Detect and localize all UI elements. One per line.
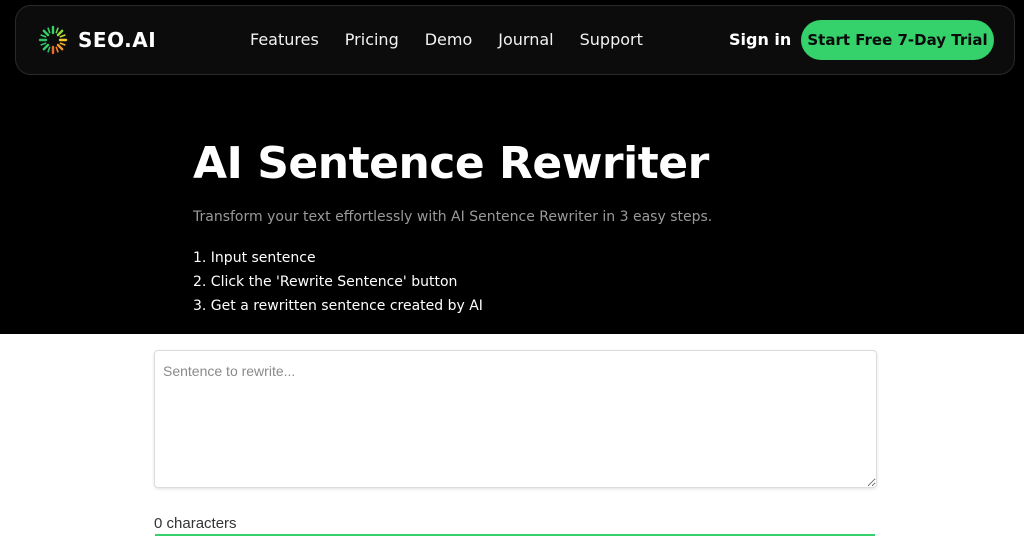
step-item: 3. Get a rewritten sentence created by A… (193, 298, 483, 314)
steps-list: 1. Input sentence 2. Click the 'Rewrite … (193, 249, 483, 321)
step-item: 2. Click the 'Rewrite Sentence' button (193, 274, 458, 290)
logo-text: SEO.AI (78, 28, 157, 52)
nav-features[interactable]: Features (250, 30, 319, 49)
page-subtitle: Transform your text effortlessly with AI… (193, 209, 713, 225)
sentence-input[interactable] (154, 350, 877, 488)
nav-demo[interactable]: Demo (425, 30, 473, 49)
navbar: SEO.AI Features Pricing Demo Journal Sup… (15, 5, 1015, 75)
main-nav: Features Pricing Demo Journal Support (250, 30, 669, 49)
nav-support[interactable]: Support (580, 30, 643, 49)
step-item: 1. Input sentence (193, 250, 316, 266)
logo[interactable]: SEO.AI (36, 23, 156, 57)
page-title: AI Sentence Rewriter (193, 138, 709, 189)
start-trial-button[interactable]: Start Free 7-Day Trial (801, 20, 994, 60)
sign-in-link[interactable]: Sign in (729, 30, 791, 49)
nav-journal[interactable]: Journal (498, 30, 553, 49)
hero-section: SEO.AI Features Pricing Demo Journal Sup… (0, 0, 1024, 334)
logo-burst-icon (38, 25, 68, 55)
nav-pricing[interactable]: Pricing (345, 30, 399, 49)
character-count: 0 characters (154, 515, 237, 532)
